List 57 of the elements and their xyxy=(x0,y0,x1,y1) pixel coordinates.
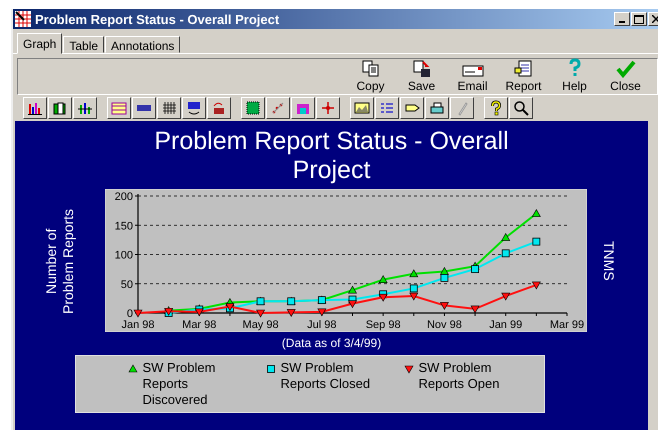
toolbar-button[interactable]: Copy xyxy=(345,60,396,94)
x-tick-label: Sep 98 xyxy=(366,319,401,331)
x-tick-label: Nov 98 xyxy=(427,319,462,331)
tag-icon[interactable] xyxy=(400,97,424,119)
envelope-icon xyxy=(462,64,484,78)
grid-icon[interactable] xyxy=(107,97,131,119)
question-icon[interactable] xyxy=(484,97,508,119)
crosshair-icon[interactable] xyxy=(316,97,340,119)
save-disk-icon xyxy=(412,60,430,78)
y-tick-label: 150 xyxy=(114,220,133,232)
window-title: Problem Report Status - Overall Project xyxy=(35,12,280,26)
y-tick-label: 100 xyxy=(114,250,133,262)
pattern-icon[interactable] xyxy=(241,97,265,119)
x-tick-label: Mar 98 xyxy=(182,319,216,331)
y-axis-label: Number of Problem Reports xyxy=(43,206,77,316)
block-chart-icon[interactable] xyxy=(48,97,72,119)
report-document-icon xyxy=(514,60,534,78)
x-tick-label: Jul 98 xyxy=(307,319,337,331)
side-label: TNMS xyxy=(601,240,617,280)
scatter-icon[interactable] xyxy=(266,97,290,119)
question-mark-icon xyxy=(568,58,582,78)
tab[interactable]: Table xyxy=(63,36,104,53)
legend-label: SW Problem Reports Closed xyxy=(280,360,372,392)
maximize-icon xyxy=(634,14,644,24)
x-tick-label: Mar 99 xyxy=(550,319,584,331)
chart-title: Problem Report Status - Overall Project xyxy=(153,127,510,185)
column-chart-icon[interactable] xyxy=(73,97,97,119)
checkmark-icon xyxy=(616,60,636,78)
y-tick-label: 200 xyxy=(114,191,133,203)
pen-icon[interactable] xyxy=(450,97,474,119)
legend-label: SW Problem Reports Discovered xyxy=(142,360,216,408)
legend-icon[interactable] xyxy=(375,97,399,119)
copy-pages-icon xyxy=(362,60,380,78)
toolbar-button[interactable]: Save xyxy=(396,60,447,94)
search-icon[interactable] xyxy=(509,97,533,119)
maximize-button[interactable] xyxy=(631,12,647,26)
toolbar-button[interactable]: Report xyxy=(498,60,549,94)
bar-chart-icon[interactable] xyxy=(23,97,47,119)
toolbar-button[interactable]: Help xyxy=(549,58,600,94)
printer-icon[interactable] xyxy=(425,97,449,119)
tab[interactable]: Annotations xyxy=(105,36,180,53)
toolbar-button[interactable]: Email xyxy=(447,64,498,94)
app-icon xyxy=(15,11,31,27)
minimize-button[interactable] xyxy=(614,12,630,26)
x-tick-label: Jan 99 xyxy=(489,319,522,331)
x-tick-label: May 98 xyxy=(242,319,279,331)
tab[interactable]: Graph xyxy=(17,33,62,54)
data-date-note: (Data as of 3/4/99) xyxy=(282,336,382,350)
toolbar-button[interactable]: Close xyxy=(600,60,651,94)
shape-icon[interactable] xyxy=(291,97,315,119)
close-icon xyxy=(652,15,658,23)
axis-grid-icon[interactable] xyxy=(157,97,181,119)
y-tick-label: 50 xyxy=(120,278,133,291)
area-chart-icon[interactable] xyxy=(350,97,374,119)
y-tick-label: 0 xyxy=(126,308,133,320)
legend-label: SW Problem Reports Open xyxy=(418,360,500,392)
x-tick-label: Jan 98 xyxy=(121,319,155,331)
